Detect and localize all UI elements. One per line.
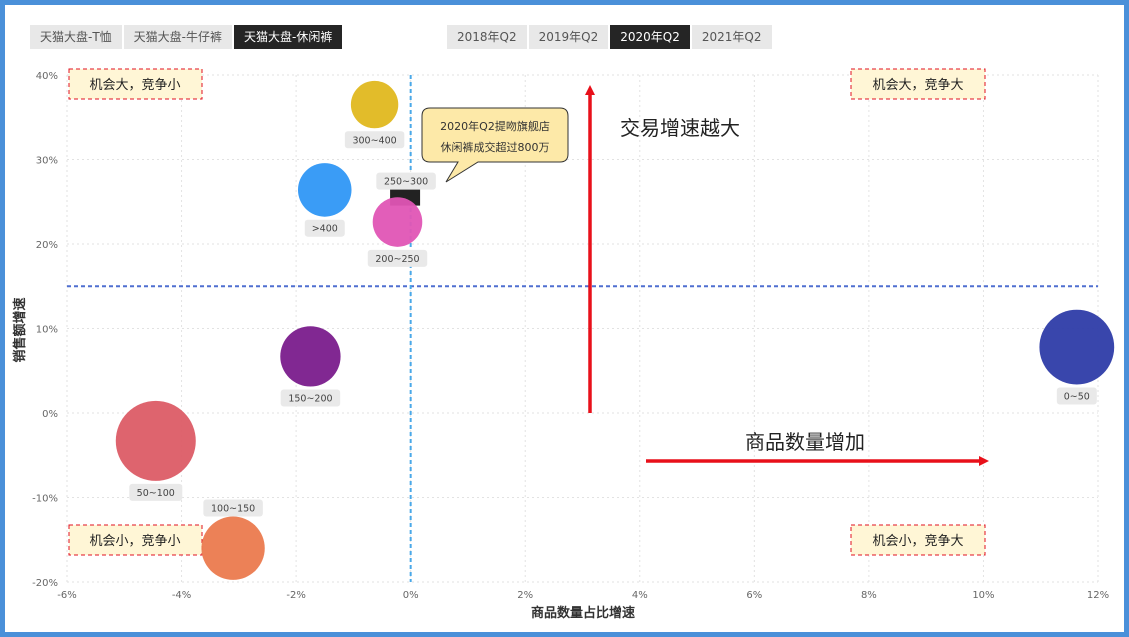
quadrant-bottom-right: 机会小，竞争大	[850, 524, 986, 556]
data-point-label: 250~300	[384, 177, 428, 188]
x-tick-label: 2%	[517, 590, 533, 601]
data-point-label: 100~150	[211, 504, 255, 515]
x-tick-label: -2%	[286, 590, 305, 601]
quadrant-top-right: 机会大，竞争大	[850, 68, 986, 100]
y-tick-label: 10%	[36, 325, 58, 336]
data-points: 300~400 >400 250~300 200~250 150~200 0~50 50~1…	[115, 80, 1115, 580]
quadrant-top-left-label: 机会大，竞争小	[89, 77, 180, 93]
quadrant-bottom-left-label: 机会小，竞争小	[89, 533, 180, 549]
x-tick-label: 10%	[972, 590, 994, 601]
data-point-label: 200~250	[375, 254, 419, 265]
y-axis-title: 销售额增速	[12, 297, 28, 362]
x-axis-title: 商品数量占比增速	[531, 605, 635, 621]
data-point-label: 50~100	[137, 488, 175, 499]
y-tick-label: 30%	[36, 156, 58, 167]
data-point-label: 300~400	[352, 135, 396, 146]
x-tick-label: 6%	[746, 590, 762, 601]
data-point[interactable]	[372, 197, 423, 247]
data-point[interactable]	[115, 400, 196, 481]
data-point-label: 0~50	[1064, 391, 1090, 402]
y-tick-label: 40%	[36, 71, 58, 82]
data-point[interactable]	[201, 516, 265, 580]
x-tick-label: 4%	[632, 590, 648, 601]
axis-ticks: -6% -4% -2% 0% 2% 4% 6% 8% 10% 12% 40% 30% 20% 10% 0% -…	[32, 71, 1109, 601]
data-point-label: 150~200	[288, 394, 332, 405]
y-tick-label: -20%	[32, 578, 58, 589]
y-tick-label: -10%	[32, 494, 58, 505]
data-point-label: >400	[312, 224, 338, 235]
horizontal-arrow-label: 商品数量增加	[745, 430, 865, 454]
quadrant-top-right-label: 机会大，竞争大	[872, 77, 963, 93]
data-point[interactable]	[350, 80, 399, 129]
x-tick-label: 8%	[861, 590, 877, 601]
callout-line-1: 2020年Q2提吻旗舰店	[440, 119, 550, 133]
scatter-chart: -6% -4% -2% 0% 2% 4% 6% 8% 10% 12% 40% 30% 20% 10% 0% -…	[12, 68, 1115, 621]
data-point[interactable]	[1039, 309, 1115, 385]
y-tick-label: 0%	[42, 409, 58, 420]
x-tick-label: 12%	[1087, 590, 1109, 601]
data-point[interactable]	[297, 163, 352, 217]
quadrant-bottom-left: 机会小，竞争小	[68, 524, 203, 556]
callout: 2020年Q2提吻旗舰店 休闲裤成交超过800万	[421, 107, 569, 183]
data-point[interactable]	[280, 326, 341, 387]
callout-line-2: 休闲裤成交超过800万	[441, 140, 550, 154]
quadrant-bottom-right-label: 机会小，竞争大	[872, 533, 963, 549]
quadrant-top-left: 机会大，竞争小	[68, 68, 203, 100]
x-tick-label: 0%	[403, 590, 419, 601]
y-tick-label: 20%	[36, 240, 58, 251]
x-tick-label: -4%	[172, 590, 191, 601]
vertical-arrow-label: 交易增速越大	[620, 116, 740, 140]
x-tick-label: -6%	[57, 590, 76, 601]
